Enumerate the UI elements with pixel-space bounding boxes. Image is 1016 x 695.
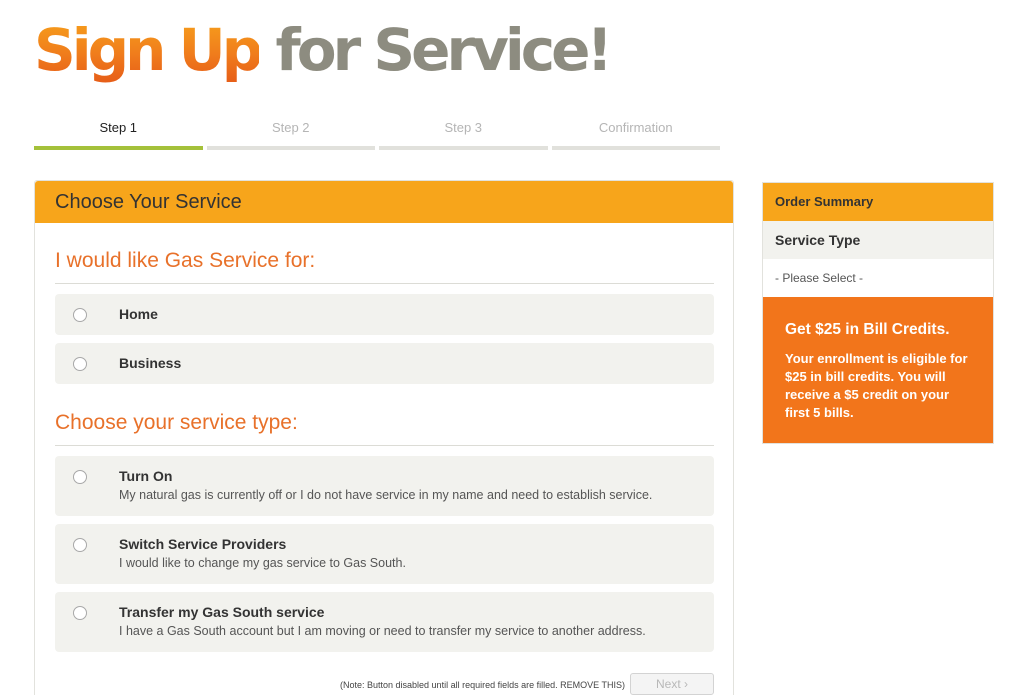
step-indicator-bar <box>34 146 203 150</box>
step-label: Step 2 <box>271 120 310 135</box>
step-label: Step 1 <box>99 120 138 135</box>
step-indicator-bar <box>551 146 720 150</box>
step-progress: Step 1 Step 2 Step 3 Confirmation <box>34 112 720 152</box>
radio-button[interactable] <box>73 308 87 322</box>
order-summary-title: Order Summary <box>763 183 993 221</box>
option-description: I have a Gas South account but I am movi… <box>119 624 646 638</box>
section-title-service-for: I would like Gas Service for: <box>55 249 316 272</box>
divider <box>55 283 714 284</box>
radio-button[interactable] <box>73 538 87 552</box>
step-confirmation: Confirmation <box>551 112 720 152</box>
next-button[interactable]: Next › <box>630 673 714 695</box>
order-summary: Order Summary Service Type - Please Sele… <box>762 182 994 444</box>
page-title: Sign Up for Service! <box>34 14 613 86</box>
option-transfer-service[interactable]: Transfer my Gas South service I have a G… <box>55 592 714 652</box>
step-indicator-bar <box>206 146 375 150</box>
option-label: Turn On <box>119 468 173 484</box>
radio-button[interactable] <box>73 470 87 484</box>
option-label: Transfer my Gas South service <box>119 604 325 620</box>
option-description: My natural gas is currently off or I do … <box>119 488 653 502</box>
radio-button[interactable] <box>73 606 87 620</box>
section-title-service-type: Choose your service type: <box>55 411 298 434</box>
option-business[interactable]: Business <box>55 343 714 384</box>
option-switch-providers[interactable]: Switch Service Providers I would like to… <box>55 524 714 584</box>
option-home[interactable]: Home <box>55 294 714 335</box>
step-2: Step 2 <box>206 112 375 152</box>
step-indicator-bar <box>379 146 548 150</box>
option-label: Switch Service Providers <box>119 536 287 552</box>
step-1: Step 1 <box>34 112 203 152</box>
choose-service-panel: Choose Your Service I would like Gas Ser… <box>34 180 734 695</box>
radio-button[interactable] <box>73 357 87 371</box>
button-note: (Note: Button disabled until all require… <box>340 680 625 690</box>
promo-title: Get $25 in Bill Credits. <box>785 321 950 338</box>
promo-text: Your enrollment is eligible for $25 in b… <box>785 351 968 420</box>
divider <box>55 445 714 446</box>
panel-title: Choose Your Service <box>35 181 733 223</box>
option-label: Business <box>119 355 182 371</box>
step-label: Confirmation <box>598 120 673 135</box>
service-type-value: - Please Select - <box>775 271 864 285</box>
option-description: I would like to change my gas service to… <box>119 556 406 570</box>
step-3: Step 3 <box>379 112 548 152</box>
bill-credit-promo: Get $25 in Bill Credits. Your enrollment… <box>763 297 993 443</box>
title-for-service: for Service! <box>275 16 612 84</box>
option-turn-on[interactable]: Turn On My natural gas is currently off … <box>55 456 714 516</box>
option-label: Home <box>119 306 158 322</box>
title-sign-up: Sign Up <box>34 16 263 84</box>
step-label: Step 3 <box>444 120 483 135</box>
service-type-label: Service Type <box>763 221 993 259</box>
